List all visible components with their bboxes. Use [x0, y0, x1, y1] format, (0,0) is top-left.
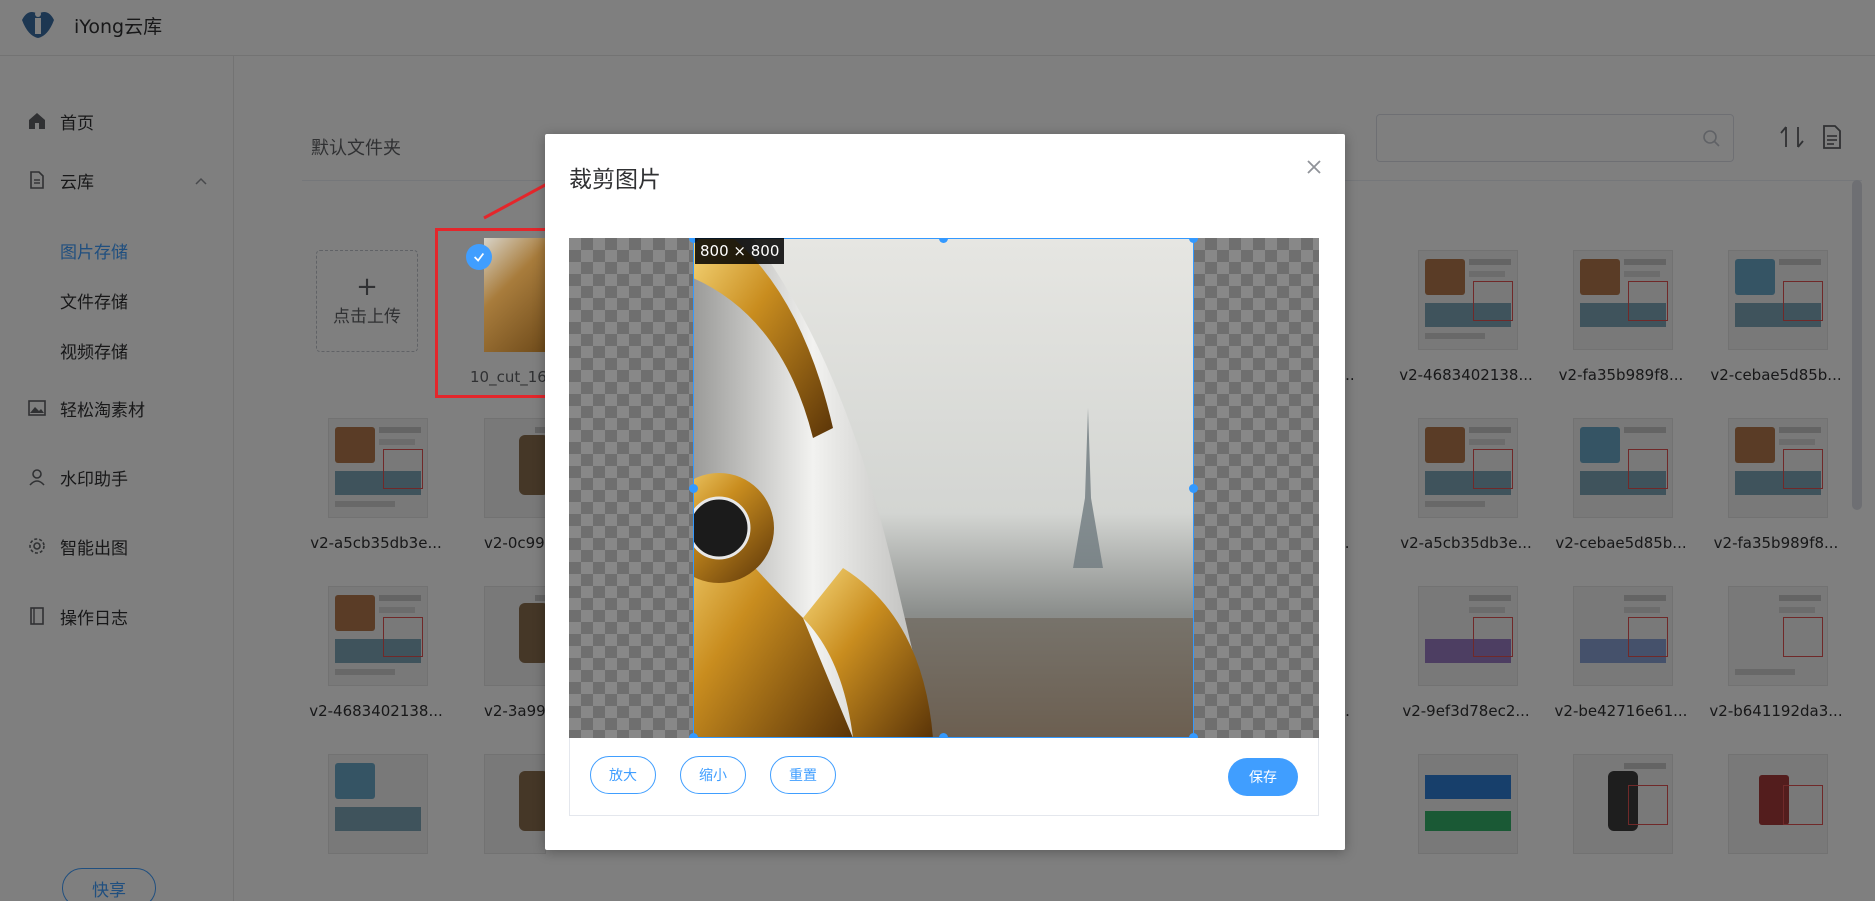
zoom-in-button[interactable]: 放大: [590, 756, 656, 794]
dialog-title: 裁剪图片: [569, 167, 661, 193]
zoom-out-button[interactable]: 缩小: [680, 756, 746, 794]
crop-handle-top-right[interactable]: [1189, 238, 1198, 243]
save-button[interactable]: 保存: [1228, 758, 1298, 796]
crop-handle-right[interactable]: [1189, 484, 1198, 493]
close-icon[interactable]: [1305, 158, 1323, 176]
crop-size-label: 800 × 800: [695, 238, 785, 264]
crop-selection-frame[interactable]: [693, 238, 1194, 738]
crop-dialog: 裁剪图片 800 × 800 放大 缩小 重置 保存: [545, 134, 1345, 850]
reset-button[interactable]: 重置: [770, 756, 836, 794]
crop-canvas[interactable]: 800 × 800: [569, 238, 1319, 738]
crop-toolbar: 放大 缩小 重置: [569, 738, 1319, 816]
crop-handle-left[interactable]: [689, 484, 698, 493]
